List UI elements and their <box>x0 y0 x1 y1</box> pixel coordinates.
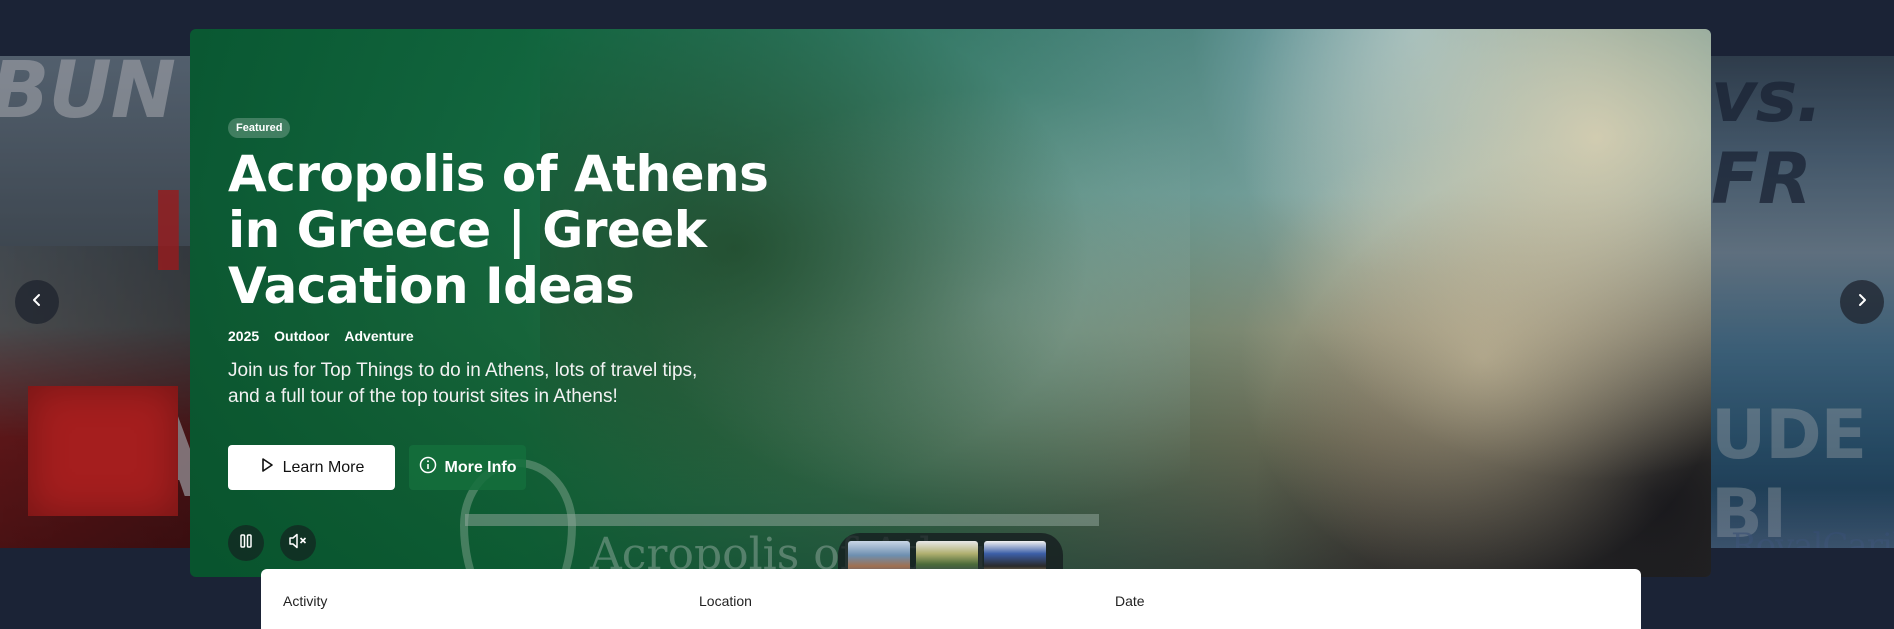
more-info-button[interactable]: More Info <box>409 445 526 490</box>
date-field-label[interactable]: Date <box>1115 593 1145 609</box>
hero-video-backdrop <box>1140 29 1711 577</box>
tag-category: Outdoor <box>274 328 330 344</box>
hero-actions: Learn More More Info <box>228 445 526 490</box>
hero-title: Acropolis of Athens in Greece | Greek Va… <box>228 145 769 315</box>
learn-more-label: Learn More <box>282 458 365 476</box>
more-info-label: More Info <box>444 458 517 476</box>
tag-category: Adventure <box>344 328 414 344</box>
activity-field-label[interactable]: Activity <box>283 593 327 609</box>
peek-text: RoyalCaribb <box>1731 526 1894 548</box>
mute-button[interactable] <box>280 525 316 561</box>
watermark-divider <box>465 514 1099 526</box>
volume-muted-icon <box>288 532 308 555</box>
learn-more-button[interactable]: Learn More <box>228 445 395 490</box>
location-field-label[interactable]: Location <box>699 593 752 609</box>
pause-icon <box>238 533 254 554</box>
hero-slide: Acropolis of Athens Featured Acropolis o… <box>190 29 1711 577</box>
info-icon <box>419 456 437 479</box>
search-panel: Activity Location Date <box>261 569 1641 629</box>
hero-description: Join us for Top Things to do in Athens, … <box>228 360 698 407</box>
carousel-next-button[interactable] <box>1840 280 1884 324</box>
play-icon <box>259 457 275 478</box>
tag-year: 2025 <box>228 328 260 344</box>
featured-badge: Featured <box>228 118 291 138</box>
chevron-left-icon <box>30 293 44 312</box>
hero-content: Featured Acropolis of Athens in Greece |… <box>228 118 828 429</box>
hero-tags: 2025 Outdoor Adventure <box>228 328 828 344</box>
pause-button[interactable] <box>228 525 264 561</box>
carousel-prev-button[interactable] <box>15 280 59 324</box>
chevron-right-icon <box>1855 293 1869 312</box>
peek-text: CA <box>28 386 190 525</box>
